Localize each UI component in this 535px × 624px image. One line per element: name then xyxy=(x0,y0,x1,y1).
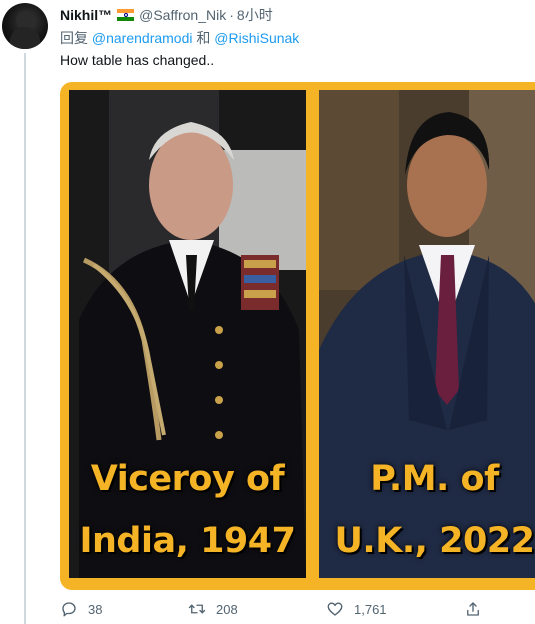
retweet-action[interactable]: 208 xyxy=(188,598,238,620)
like-count: 1,761 xyxy=(354,601,387,617)
tweet-actions-bar: 38 208 1,761 xyxy=(60,598,500,620)
left-caption-line2: India, 1947 xyxy=(79,521,296,561)
right-caption-line1: P.M. of xyxy=(370,459,499,499)
reply-action[interactable]: 38 xyxy=(60,598,102,620)
author-handle[interactable]: @Saffron_Nik xyxy=(139,7,226,23)
tweet-text: How table has changed.. xyxy=(60,52,215,68)
share-action[interactable] xyxy=(464,598,482,620)
left-caption-line1: Viceroy of xyxy=(90,459,285,499)
tweet-media-image[interactable]: Viceroy of India, 1947 P.M. of U.K., 202… xyxy=(60,82,535,590)
right-caption-line2: U.K., 2022 xyxy=(334,521,535,561)
reply-conjunction: 和 xyxy=(196,30,211,46)
reply-prefix: 回复 xyxy=(60,30,88,46)
like-action[interactable]: 1,761 xyxy=(326,598,387,620)
reply-count: 38 xyxy=(88,601,103,617)
pm-portrait xyxy=(319,90,535,578)
mention-rishisunak[interactable]: @RishiSunak xyxy=(214,30,299,46)
retweet-icon xyxy=(188,604,206,614)
reply-icon xyxy=(62,602,76,617)
left-photo-panel: Viceroy of India, 1947 xyxy=(69,90,306,578)
india-flag-icon xyxy=(117,9,135,21)
author-name[interactable]: Nikhil™ xyxy=(60,7,112,23)
mention-narendramodi[interactable]: @narendramodi xyxy=(92,30,193,46)
share-icon xyxy=(467,602,479,616)
heart-icon xyxy=(327,602,343,616)
author-avatar[interactable] xyxy=(2,3,48,49)
tweet-header: Nikhil™ @Saffron_Nik · 8小时 xyxy=(60,5,273,25)
separator-dot: · xyxy=(229,7,234,23)
tweet-timestamp[interactable]: 8小时 xyxy=(237,5,273,25)
right-photo-panel: P.M. of U.K., 2022 xyxy=(319,90,535,578)
thread-line xyxy=(24,53,26,624)
avatar-figure-body xyxy=(10,27,40,49)
replying-to: 回复 @narendramodi 和 @RishiSunak xyxy=(60,28,299,48)
viceroy-portrait xyxy=(69,90,306,578)
retweet-count: 208 xyxy=(216,601,238,617)
